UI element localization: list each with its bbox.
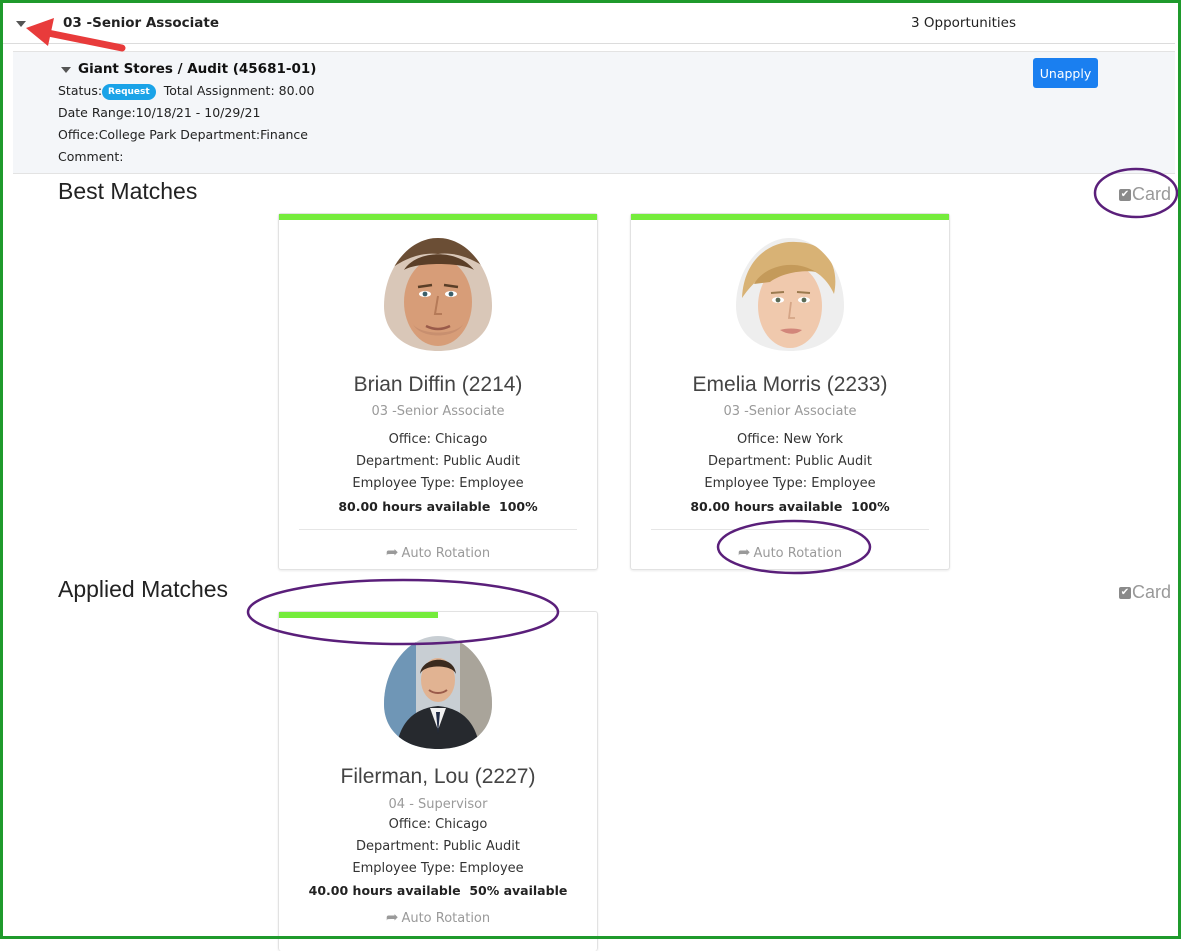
collapse-caret-icon[interactable] <box>16 21 26 27</box>
employee-office: Office: New York <box>737 432 843 447</box>
group-header[interactable]: 03 -Senior Associate 3 Opportunities <box>3 3 1175 44</box>
employee-avatar <box>384 238 492 351</box>
employee-role: 03 -Senior Associate <box>723 404 857 419</box>
employee-avatar <box>736 238 844 351</box>
group-title: 03 -Senior Associate <box>63 15 219 31</box>
checkbox-checked-icon[interactable]: ✔ <box>1119 188 1131 201</box>
card-toggle-label: Card <box>1132 582 1172 602</box>
applied-matches-card-toggle[interactable]: ✔ Card <box>1119 582 1171 603</box>
match-bar <box>631 214 949 220</box>
opportunity-count: 3 Opportunities <box>911 15 1016 31</box>
office-department: Office:College Park Department:Finance <box>58 127 308 142</box>
match-bar <box>279 214 597 220</box>
checkbox-checked-icon[interactable]: ✔ <box>1119 586 1131 599</box>
comment: Comment: <box>58 149 124 164</box>
card-toggle-label: Card <box>1132 184 1172 204</box>
share-arrow-icon: ➦ <box>737 543 751 561</box>
applied-matches-title: Applied Matches <box>58 576 229 602</box>
status-badge: Request <box>102 84 156 100</box>
auto-rotation-link[interactable]: ➦ Auto Rotation <box>631 543 949 561</box>
match-bar <box>279 612 438 618</box>
share-arrow-icon: ➦ <box>385 543 399 561</box>
employee-hours: 80.00 hours available 100% <box>690 499 890 514</box>
employee-office: Office: Chicago <box>388 817 488 832</box>
auto-rotation-label: Auto Rotation <box>401 911 491 926</box>
employee-name: Brian Diffin (2214) <box>353 373 523 396</box>
employee-department: Department: Public Audit <box>356 839 520 854</box>
employee-role: 03 -Senior Associate <box>371 404 505 419</box>
share-arrow-icon: ➦ <box>385 908 399 926</box>
assignment-caret-icon[interactable] <box>61 67 71 73</box>
auto-rotation-label: Auto Rotation <box>401 546 491 561</box>
employee-type: Employee Type: Employee <box>352 476 524 491</box>
employee-role: 04 - Supervisor <box>388 797 488 812</box>
employee-card[interactable]: Brian Diffin (2214) 03 -Senior Associate… <box>278 213 598 570</box>
assignment-title: Giant Stores / Audit (45681-01) <box>78 61 317 77</box>
employee-name: Filerman, Lou (2227) <box>340 765 536 788</box>
status-line: Status: Request Total Assignment: 80.00 <box>58 83 314 100</box>
card-divider <box>299 529 577 530</box>
auto-rotation-link[interactable]: ➦ Auto Rotation <box>279 543 597 561</box>
employee-hours: 80.00 hours available 100% <box>338 499 538 514</box>
total-assignment: Total Assignment: 80.00 <box>163 83 315 98</box>
employee-name: Emelia Morris (2233) <box>692 373 888 396</box>
unapply-button[interactable]: Unapply <box>1033 58 1098 88</box>
employee-card[interactable]: Filerman, Lou (2227) 04 - Supervisor Off… <box>278 611 598 951</box>
employee-hours: 40.00 hours available 50% available <box>308 883 568 898</box>
employee-type: Employee Type: Employee <box>352 861 524 876</box>
card-divider <box>651 529 929 530</box>
employee-avatar <box>384 636 492 749</box>
employee-department: Department: Public Audit <box>708 454 872 469</box>
employee-card[interactable]: Emelia Morris (2233) 03 -Senior Associat… <box>630 213 950 570</box>
auto-rotation-label: Auto Rotation <box>753 546 843 561</box>
date-range: Date Range:10/18/21 - 10/29/21 <box>58 105 261 120</box>
employee-type: Employee Type: Employee <box>704 476 876 491</box>
auto-rotation-link[interactable]: ➦ Auto Rotation <box>279 908 597 926</box>
assignment-panel: Giant Stores / Audit (45681-01) Status: R… <box>13 51 1175 174</box>
best-matches-title: Best Matches <box>58 178 198 204</box>
employee-department: Department: Public Audit <box>356 454 520 469</box>
employee-office: Office: Chicago <box>388 432 488 447</box>
best-matches-card-toggle[interactable]: ✔ Card <box>1119 184 1171 205</box>
status-label: Status: <box>58 83 103 98</box>
